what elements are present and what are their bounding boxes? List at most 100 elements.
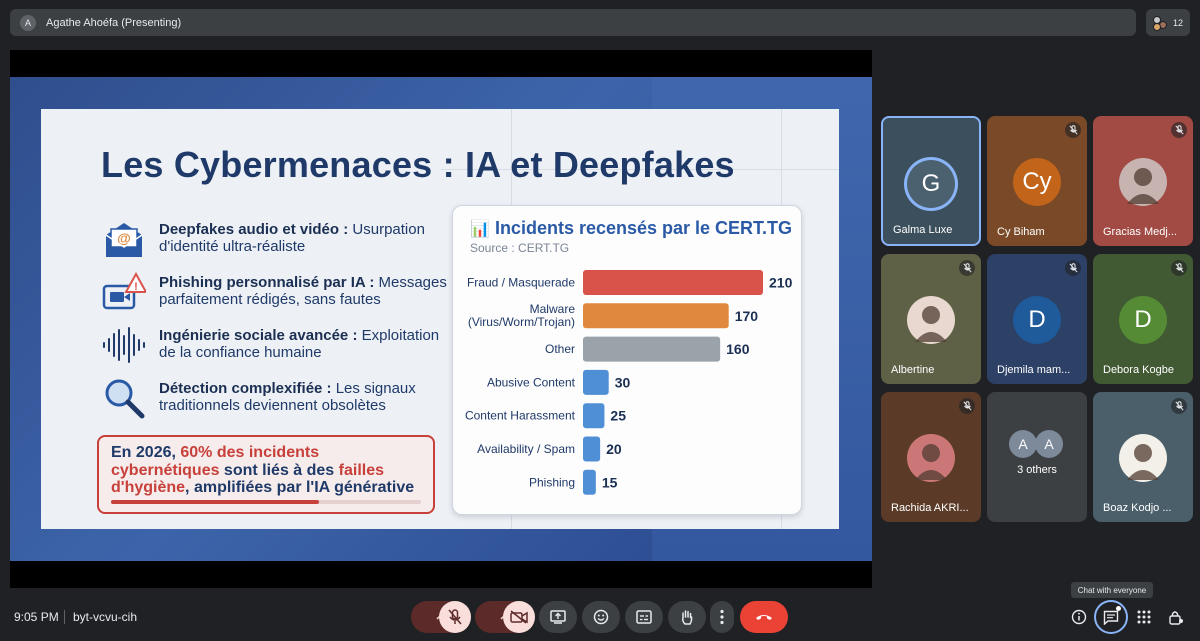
bar bbox=[583, 303, 729, 329]
camera-off-button[interactable] bbox=[503, 601, 535, 633]
stat-callout: En 2026, 60% des incidents cybernétiques… bbox=[97, 435, 435, 514]
mic-off-icon bbox=[959, 398, 975, 414]
captions-icon bbox=[636, 610, 652, 624]
bar-chart: Fraud / Masquerade 210 Malware(Virus/Worm/… bbox=[465, 270, 793, 495]
camera-off-icon bbox=[510, 610, 528, 624]
avatar: A bbox=[1035, 430, 1063, 458]
magnifier-icon bbox=[101, 376, 147, 420]
slide: Les Cybermenaces : IA et Deepfakes @ Dee… bbox=[10, 77, 872, 561]
chart-bar-icon: 📊 bbox=[470, 221, 490, 238]
bar bbox=[583, 403, 605, 429]
lock-person-icon bbox=[1169, 610, 1183, 625]
chart-source: Source : CERT.TG bbox=[470, 241, 570, 255]
video-warning-icon: ! bbox=[101, 270, 147, 314]
emoji-icon bbox=[593, 609, 609, 625]
clock: 9:05 PM bbox=[14, 610, 59, 624]
bullet-detection: Détection complexifiée : Les signaux tra… bbox=[101, 376, 441, 429]
bar bbox=[583, 336, 721, 362]
participant-name: 3 others bbox=[1017, 464, 1057, 476]
participant-tile[interactable]: Gracias Medj... bbox=[1093, 116, 1193, 246]
presentation-stage: Les Cybermenaces : IA et Deepfakes @ Dee… bbox=[10, 50, 872, 588]
category-label: Availability / Spam bbox=[477, 442, 575, 456]
participant-count: 12 bbox=[1172, 17, 1183, 28]
leave-call-button[interactable] bbox=[740, 601, 788, 633]
chat-icon bbox=[1103, 610, 1119, 625]
participant-tile[interactable]: D Djemila mam... bbox=[987, 254, 1087, 384]
people-avatars-icon bbox=[1152, 15, 1167, 31]
hand-icon bbox=[682, 609, 693, 625]
bullet-social-engineering: Ingénierie sociale avancée : Exploitatio… bbox=[101, 323, 441, 376]
category-label: Abusive Content bbox=[487, 375, 576, 389]
meeting-info-button[interactable] bbox=[1067, 605, 1091, 629]
chat-button[interactable] bbox=[1094, 600, 1128, 634]
participant-name: Boaz Kodjo ... bbox=[1103, 502, 1172, 514]
avatar: A bbox=[1009, 430, 1037, 458]
participant-name: Debora Kogbe bbox=[1103, 364, 1174, 376]
participant-tile[interactable]: AA 3 others bbox=[987, 392, 1087, 522]
participant-tile[interactable]: Cy Cy Biham bbox=[987, 116, 1087, 246]
more-options-button[interactable] bbox=[710, 601, 734, 633]
slide-card: Les Cybermenaces : IA et Deepfakes @ Dee… bbox=[41, 109, 839, 529]
bar-value-label: 15 bbox=[602, 474, 618, 490]
mic-off-icon bbox=[959, 260, 975, 276]
avatar-photo bbox=[907, 434, 955, 482]
captions-button[interactable] bbox=[625, 601, 663, 633]
avatar: D bbox=[1013, 296, 1061, 344]
meeting-code: byt-vcvu-cih bbox=[73, 610, 138, 624]
category-label: Content Harassment bbox=[465, 409, 576, 423]
category-label: (Virus/Worm/Trojan) bbox=[468, 315, 575, 329]
bar bbox=[583, 469, 596, 495]
activities-button[interactable] bbox=[1132, 605, 1156, 629]
mic-off-button[interactable] bbox=[439, 601, 471, 633]
category-label: Phishing bbox=[529, 475, 575, 489]
avatar-photo bbox=[907, 296, 955, 344]
chat-notification-dot bbox=[1116, 606, 1121, 611]
avatar-photo bbox=[1119, 158, 1167, 206]
participant-name: Albertine bbox=[891, 364, 935, 376]
participant-tile[interactable]: Rachida AKRI... bbox=[881, 392, 981, 522]
bullet-list: @ Deepfakes audio et vidéo : Usurpation … bbox=[101, 217, 447, 429]
svg-text:!: ! bbox=[134, 281, 138, 293]
chat-tooltip: Chat with everyone bbox=[1071, 582, 1153, 598]
raise-hand-button[interactable] bbox=[668, 601, 706, 633]
more-vertical-icon bbox=[720, 609, 724, 625]
mic-off-icon bbox=[1171, 398, 1187, 414]
bullet-deepfakes: @ Deepfakes audio et vidéo : Usurpation … bbox=[101, 217, 441, 270]
bar bbox=[583, 369, 609, 395]
category-label: Malware bbox=[530, 302, 576, 316]
participant-tile[interactable]: Boaz Kodjo ... bbox=[1093, 392, 1193, 522]
participant-name: Gracias Medj... bbox=[1103, 226, 1177, 238]
participant-name: Rachida AKRI... bbox=[891, 502, 969, 514]
bar-value-label: 210 bbox=[769, 275, 793, 291]
hang-up-icon bbox=[756, 615, 772, 620]
people-button[interactable]: 12 bbox=[1146, 9, 1190, 36]
present-screen-button[interactable] bbox=[539, 601, 577, 633]
mic-off-icon bbox=[448, 609, 462, 625]
category-label: Fraud / Masquerade bbox=[467, 276, 575, 290]
emoji-reaction-button[interactable] bbox=[582, 601, 620, 633]
presenter-bar: A Agathe Ahoéfa (Presenting) bbox=[10, 9, 1136, 36]
avatar: Cy bbox=[1013, 158, 1061, 206]
info-icon bbox=[1071, 609, 1087, 625]
presenter-label: Agathe Ahoéfa (Presenting) bbox=[46, 16, 182, 29]
bar-value-label: 20 bbox=[606, 441, 622, 457]
participant-tile[interactable]: G Galma Luxe bbox=[881, 116, 981, 246]
email-icon: @ bbox=[101, 217, 147, 261]
participant-tile[interactable]: Albertine bbox=[881, 254, 981, 384]
avatar: D bbox=[1119, 296, 1167, 344]
participant-name: Djemila mam... bbox=[997, 364, 1071, 376]
participant-name: Cy Biham bbox=[997, 226, 1045, 238]
participant-name: Galma Luxe bbox=[893, 224, 953, 236]
bar-value-label: 170 bbox=[735, 308, 759, 324]
mic-off-icon bbox=[1065, 122, 1081, 138]
mic-off-icon bbox=[1065, 260, 1081, 276]
bullet-phishing: ! Phishing personnalisé par IA : Message… bbox=[101, 270, 447, 323]
participant-tile[interactable]: D Debora Kogbe bbox=[1093, 254, 1193, 384]
host-controls-button[interactable] bbox=[1164, 605, 1188, 629]
slide-title: Les Cybermenaces : IA et Deepfakes bbox=[101, 144, 735, 185]
bar bbox=[583, 270, 763, 295]
chart-title: Incidents recensés par le CERT.TG bbox=[494, 218, 793, 238]
mic-off-icon bbox=[1171, 260, 1187, 276]
callout-progress-track bbox=[111, 500, 421, 504]
bar-value-label: 160 bbox=[726, 341, 750, 357]
